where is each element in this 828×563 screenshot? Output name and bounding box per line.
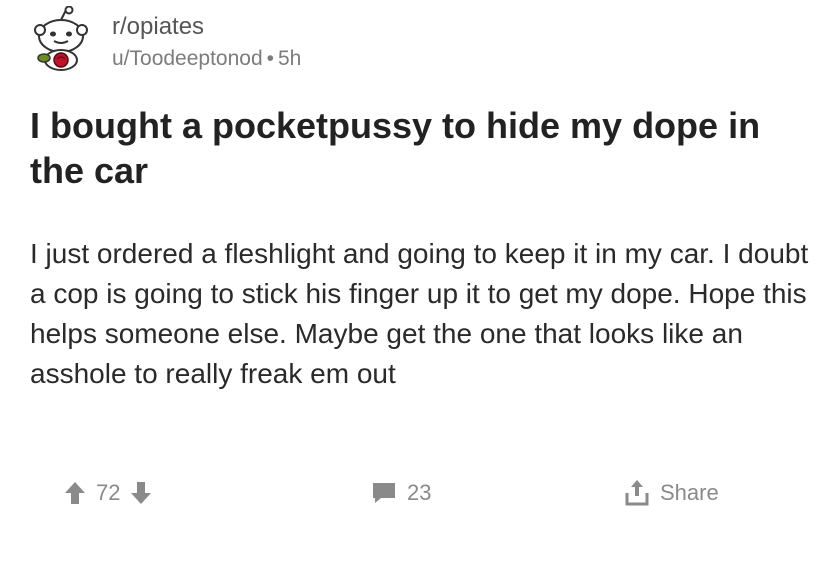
post-meta: r/opiates u/Toodeeptonod • 5h [112,14,301,72]
post-body: I just ordered a fleshlight and going to… [30,238,809,389]
comments-button[interactable]: 23 [371,480,431,506]
downvote-arrow-icon[interactable] [130,480,152,506]
comment-count: 23 [407,480,432,505]
post-title[interactable]: I bought a pocketpussy to hide my dope i… [30,103,790,193]
vote-controls: 72 [64,480,152,506]
vote-score: 72 [96,480,121,505]
post-byline: u/Toodeeptonod • 5h [112,46,301,72]
post-header: r/opiates u/Toodeeptonod • 5h [30,5,301,72]
share-button[interactable]: Share [624,478,719,508]
upvote-arrow-icon[interactable] [64,480,86,506]
subreddit-name[interactable]: r/opiates [112,14,301,40]
author-name[interactable]: u/Toodeeptonod [112,47,263,70]
share-label: Share [660,480,719,505]
post-age: 5h [278,47,302,70]
subreddit-avatar-icon[interactable] [30,5,92,72]
byline-separator: • [266,47,274,70]
post-actions-bar: 72 23 Share [0,474,828,518]
comment-bubble-icon [371,480,397,506]
share-icon [624,478,650,508]
